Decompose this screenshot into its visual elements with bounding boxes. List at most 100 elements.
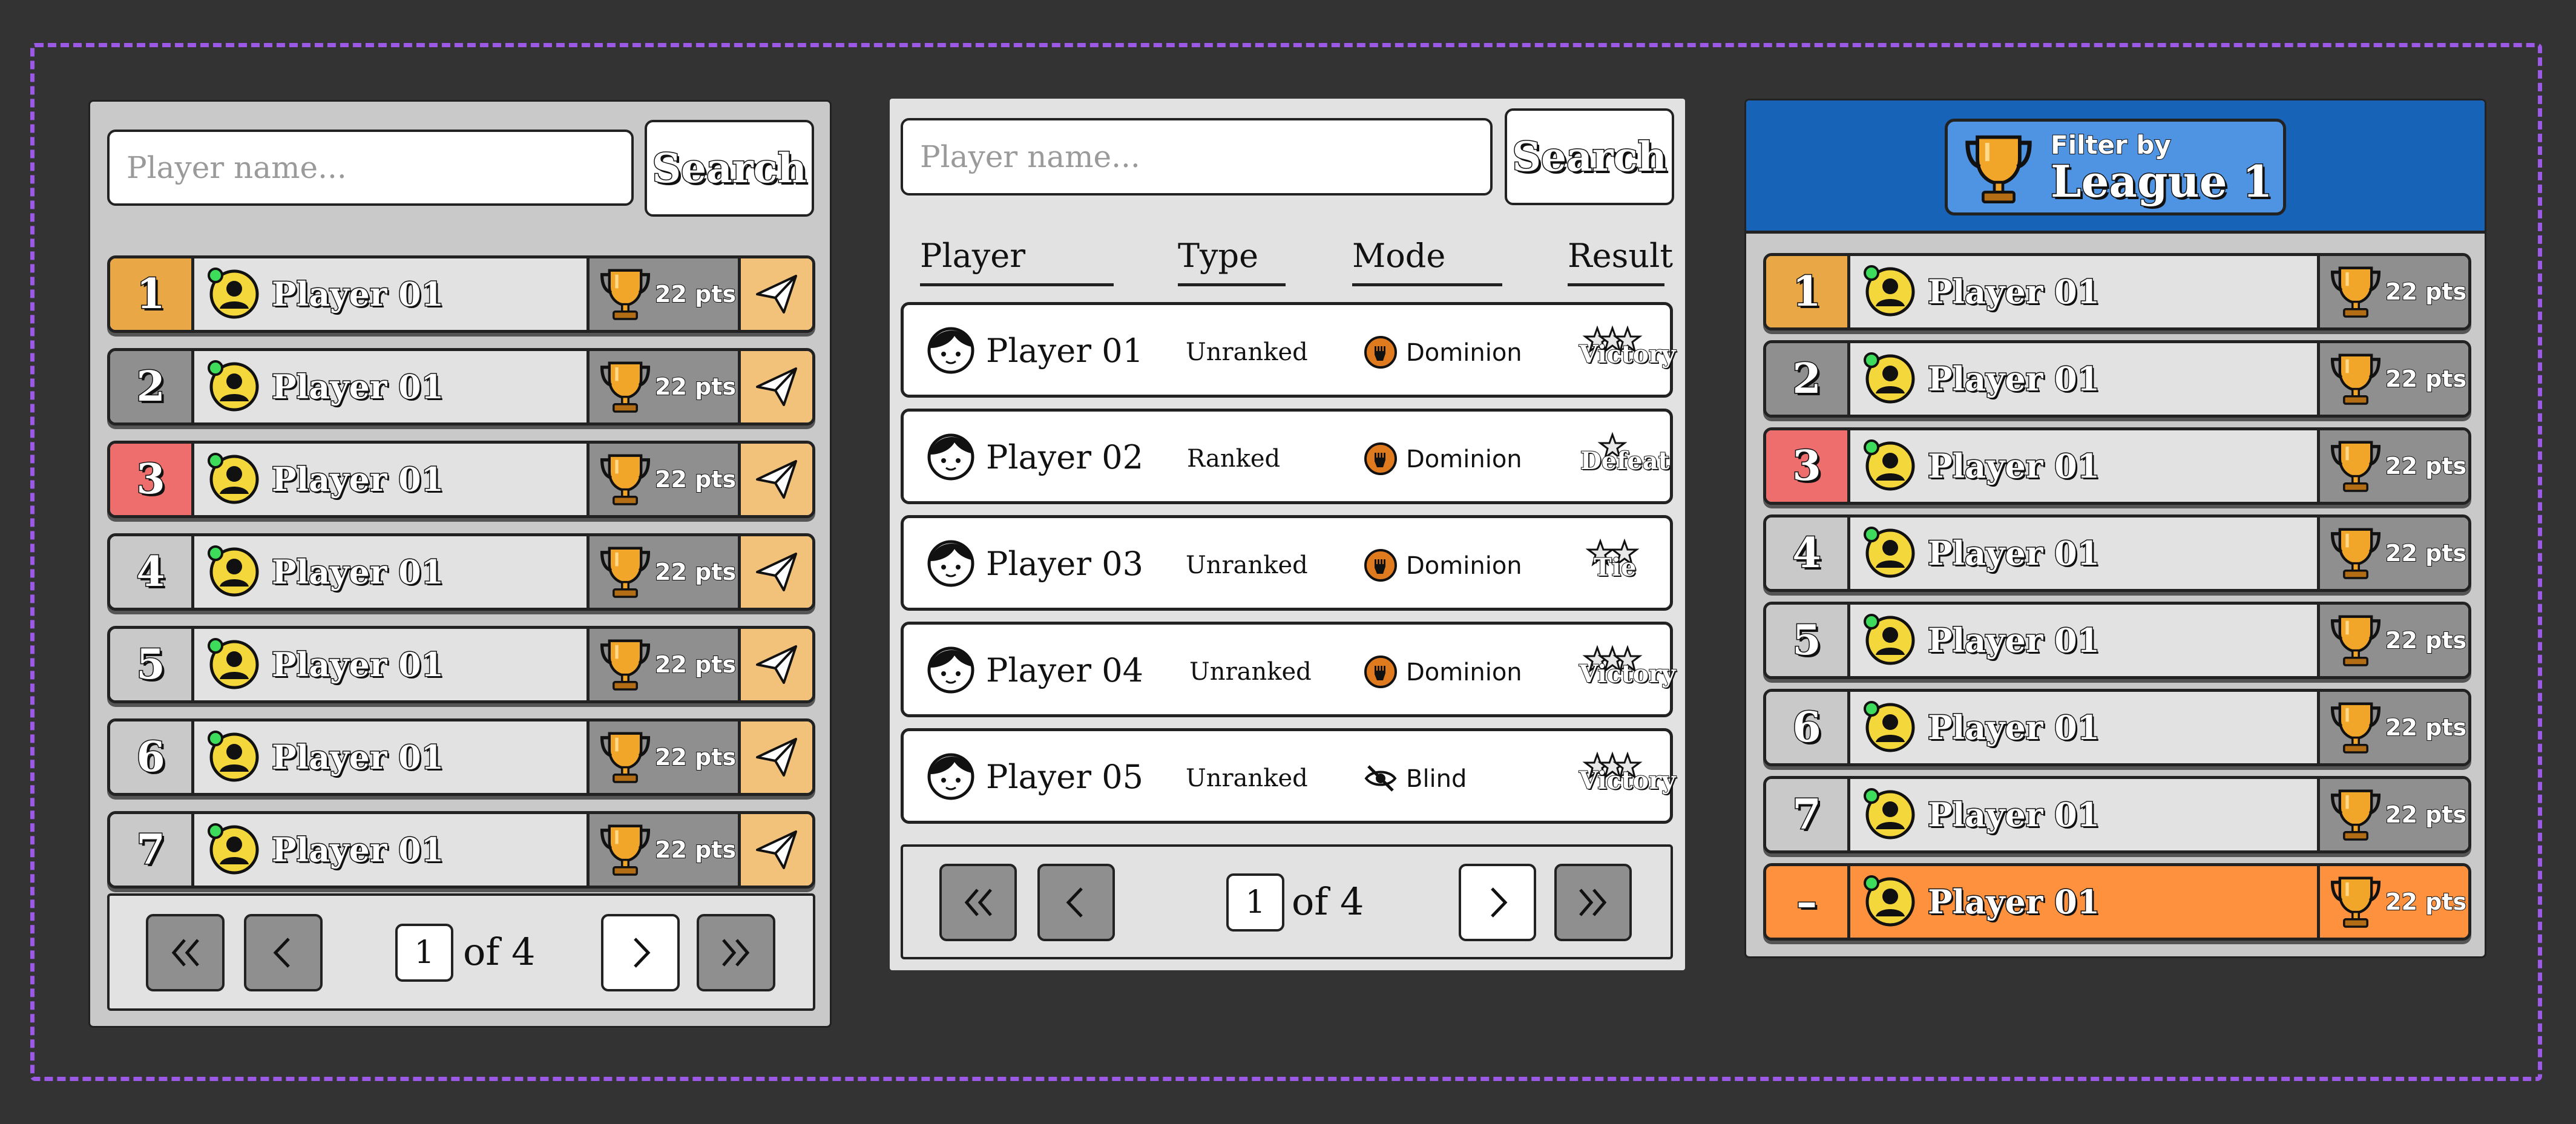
leaderboard-row[interactable]: 3 Player 01 22 pts (1763, 427, 2471, 505)
own-rank-row[interactable]: – Player 01 22 pts (1763, 863, 2471, 941)
player-cell: Player 01 (1850, 692, 2317, 763)
avatar (1864, 439, 1916, 491)
points-cell: 22 pts (2317, 866, 2468, 938)
leaderboard-row[interactable]: 3 Player 01 22 pts (107, 441, 815, 518)
send-message-button[interactable] (738, 721, 812, 793)
send-message-button[interactable] (738, 444, 812, 515)
points-cell: 22 pts (2317, 692, 2468, 763)
double-chevron-right-icon (1579, 889, 1607, 916)
avatar (1864, 265, 1916, 317)
leaderboard-row[interactable]: 2 Player 01 22 pts (1763, 340, 2471, 418)
player-name: Player 01 (271, 552, 444, 593)
match-row[interactable]: Player 03 Unranked Dominion Tie (901, 515, 1673, 611)
search-input[interactable]: Player name... (901, 118, 1493, 196)
avatar (1864, 352, 1916, 404)
search-button[interactable]: Search (1505, 108, 1674, 205)
previous-page-button[interactable] (244, 914, 323, 991)
previous-page-button[interactable] (1037, 864, 1115, 941)
rank-number: 5 (1766, 605, 1850, 676)
match-player-name: Player 02 (986, 438, 1143, 476)
points-cell: 22 pts (2317, 779, 2468, 850)
match-row[interactable]: Player 01 Unranked Dominion Victory (901, 302, 1676, 398)
points-cell: 22 pts (2317, 518, 2468, 589)
avatar (1864, 701, 1916, 753)
leaderboard-row[interactable]: 4 Player 01 22 pts (1763, 514, 2471, 592)
trophy-icon (2330, 876, 2381, 928)
last-page-button[interactable] (1554, 864, 1632, 941)
search-input[interactable]: Player name... (107, 130, 634, 206)
match-result: Victory (1579, 766, 1676, 795)
send-message-button[interactable] (738, 536, 812, 608)
points-value: 22 pts (2385, 452, 2467, 480)
leaderboard-row[interactable]: 1 Player 01 22 pts (1763, 253, 2471, 330)
rank-number: 4 (1766, 518, 1850, 589)
page-number-input[interactable]: 1 (395, 924, 453, 982)
points-cell: 22 pts (586, 629, 738, 700)
avatar (208, 545, 260, 597)
points-value: 22 pts (2385, 714, 2467, 741)
trophy-icon (600, 732, 651, 783)
leaderboard-row[interactable]: 2 Player 01 22 pts (107, 348, 815, 426)
rank-number: 3 (110, 444, 194, 515)
points-cell: 22 pts (586, 258, 738, 330)
player-face-icon (927, 327, 974, 374)
player-cell: Player 01 (194, 721, 586, 793)
online-status-icon (1864, 614, 1879, 629)
match-row[interactable]: Player 04 Unranked Dominion Victory (901, 622, 1676, 717)
send-message-icon (756, 830, 797, 869)
online-status-icon (208, 453, 223, 468)
rank-number: – (1766, 866, 1850, 938)
next-page-button[interactable] (601, 914, 680, 991)
leaderboard-row[interactable]: 1 Player 01 22 pts (107, 255, 815, 333)
eye-slash-icon (1364, 765, 1397, 792)
leaderboard-row[interactable]: 5 Player 01 22 pts (107, 626, 815, 703)
page-number-input[interactable]: 1 (1226, 873, 1284, 932)
match-row[interactable]: Player 05 Unranked Blind Victory (901, 728, 1676, 824)
match-mode: Dominion (1406, 445, 1522, 473)
filter-league-button[interactable]: Filter by League 1 (1945, 119, 2286, 215)
leaderboard-row[interactable]: 4 Player 01 22 pts (107, 533, 815, 611)
first-page-button[interactable] (939, 864, 1017, 941)
leaderboard-row[interactable]: 7 Player 01 22 pts (1763, 776, 2471, 853)
player-name: Player 01 (1927, 533, 2100, 574)
send-message-button[interactable] (738, 629, 812, 700)
send-message-button[interactable] (738, 351, 812, 422)
rank-number: 3 (1766, 430, 1850, 502)
column-header-result: Result (1568, 237, 1673, 286)
points-value: 22 pts (654, 836, 737, 864)
player-cell: Player 01 (1850, 256, 2317, 327)
chevron-right-icon (634, 938, 651, 968)
match-player-name: Player 03 (986, 545, 1143, 583)
leaderboard-row[interactable]: 6 Player 01 22 pts (107, 718, 815, 796)
last-page-button[interactable] (697, 914, 775, 991)
rank-number: 4 (110, 536, 194, 608)
leaderboard-row[interactable]: 7 Player 01 22 pts (107, 811, 815, 889)
avatar (208, 731, 260, 783)
send-message-button[interactable] (738, 258, 812, 330)
rank-number: 1 (1766, 256, 1850, 327)
next-page-button[interactable] (1459, 864, 1536, 941)
player-cell: Player 01 (1850, 779, 2317, 850)
pagination-bar: 1 of 4 (107, 893, 815, 1011)
rank-number: 6 (110, 721, 194, 793)
player-cell: Player 01 (1850, 343, 2317, 415)
send-message-button[interactable] (738, 814, 812, 886)
avatar (1864, 527, 1916, 579)
first-page-button[interactable] (146, 914, 225, 991)
player-face-icon (927, 753, 974, 800)
match-row[interactable]: Player 02 Ranked Dominion Defeat (901, 409, 1673, 504)
trophy-icon (1965, 135, 2032, 204)
online-status-icon (1864, 265, 1879, 281)
trophy-icon (2330, 789, 2381, 841)
player-cell: Player 01 (1850, 866, 2317, 938)
match-player-name: Player 01 (986, 332, 1143, 370)
leaderboard-row[interactable]: 5 Player 01 22 pts (1763, 602, 2471, 679)
match-type: Unranked (1189, 658, 1312, 686)
send-message-icon (756, 553, 797, 591)
chevron-left-icon (1066, 887, 1083, 918)
search-button[interactable]: Search (645, 120, 814, 217)
trophy-icon (2330, 702, 2381, 754)
leaderboard-row[interactable]: 6 Player 01 22 pts (1763, 689, 2471, 766)
player-name: Player 01 (1927, 708, 2100, 748)
player-cell: Player 01 (194, 258, 586, 330)
